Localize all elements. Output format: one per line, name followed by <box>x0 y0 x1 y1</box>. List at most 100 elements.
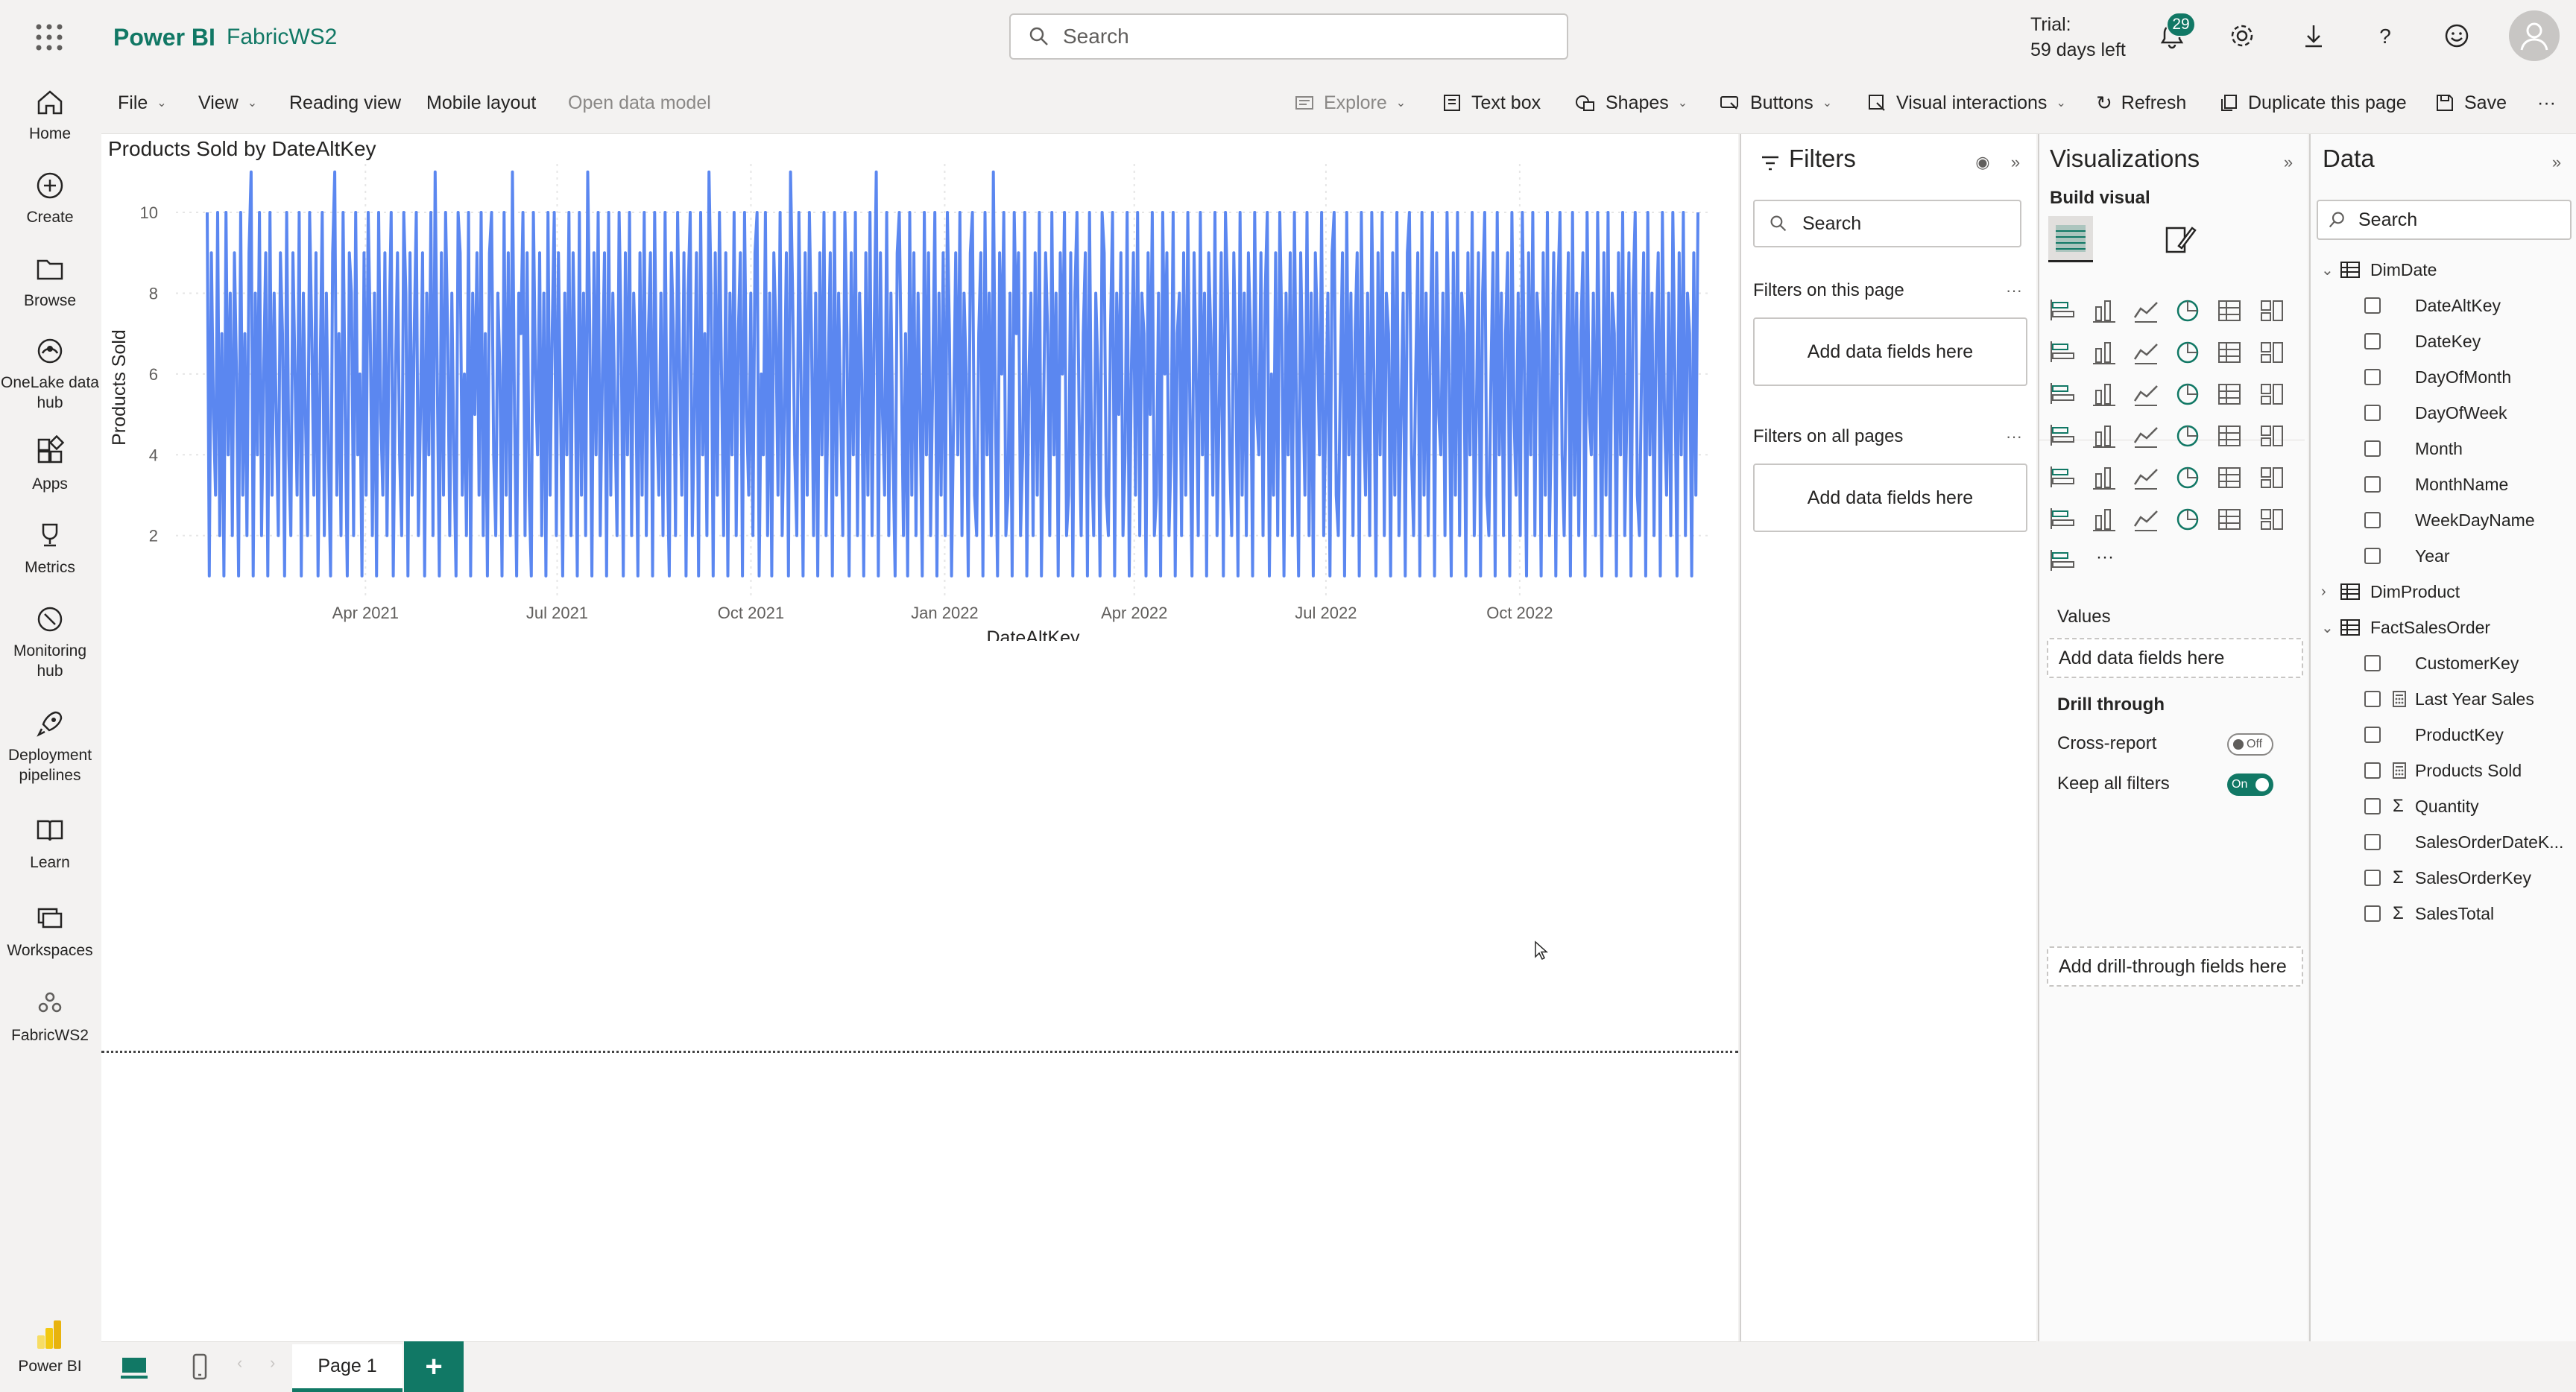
data-table-dimproduct[interactable]: › DimProduct <box>2321 574 2460 610</box>
save-button[interactable]: Save <box>2434 72 2507 134</box>
data-field-row[interactable]: Σ SalesTotal <box>2364 896 2494 931</box>
cross-report-toggle[interactable]: Off <box>2227 733 2273 756</box>
nav-workspaces[interactable]: Workspaces <box>0 902 100 961</box>
add-page-button[interactable]: + <box>404 1341 464 1392</box>
filled-map-icon[interactable] <box>2090 422 2123 455</box>
clustered-column-chart-icon[interactable] <box>2174 297 2206 329</box>
kpi-icon[interactable] <box>2048 464 2081 496</box>
stacked-area-chart-icon[interactable] <box>2132 338 2165 371</box>
field-checkbox[interactable] <box>2364 727 2381 743</box>
more-options-icon[interactable]: ··· <box>2001 423 2027 450</box>
data-table-factsalesorder[interactable]: ⌄ FactSalesOrder <box>2321 610 2490 645</box>
text-box-button[interactable]: Text box <box>1442 72 1541 134</box>
field-checkbox[interactable] <box>2364 691 2381 707</box>
drill-through-drop-well[interactable]: Add drill-through fields here <box>2047 946 2303 987</box>
explore-menu[interactable]: Explore ⌄ <box>1294 72 1406 134</box>
field-checkbox[interactable] <box>2364 440 2381 457</box>
more-visuals-icon[interactable]: ··· <box>2090 547 2123 580</box>
100-stacked-column-chart-icon[interactable] <box>2257 297 2290 329</box>
data-field-row[interactable]: Last Year Sales <box>2364 681 2534 717</box>
azure-map-icon[interactable] <box>2132 422 2165 455</box>
metrics-icon[interactable] <box>2132 505 2165 538</box>
100-stacked-bar-chart-icon[interactable] <box>2215 297 2248 329</box>
field-checkbox[interactable] <box>2364 405 2381 421</box>
field-checkbox[interactable] <box>2364 476 2381 493</box>
file-menu[interactable]: File ⌄ <box>118 72 167 134</box>
line-chart[interactable]: 2 4 6 8 10 Apr 2021 Jul 2021 Oct 2021 Jan 2022 Ap… <box>101 164 1738 641</box>
eye-icon[interactable]: ◉ <box>1969 149 1996 176</box>
data-field-row[interactable]: Year <box>2364 538 2449 574</box>
data-field-row[interactable]: Month <box>2364 431 2463 466</box>
power-apps-icon[interactable] <box>2257 505 2290 538</box>
stacked-column-chart-icon[interactable] <box>2090 297 2123 329</box>
donut-chart-icon[interactable] <box>2215 380 2248 413</box>
data-field-row[interactable]: Σ Quantity <box>2364 788 2479 824</box>
app-launcher-icon[interactable] <box>33 21 66 54</box>
nav-metrics[interactable]: Metrics <box>0 519 100 578</box>
data-field-row[interactable]: ProductKey <box>2364 717 2504 753</box>
nav-current-workspace[interactable]: FabricWS2 <box>0 987 100 1045</box>
matrix-icon[interactable] <box>2174 464 2206 496</box>
mobile-layout-icon[interactable] <box>183 1350 216 1383</box>
workspace-name[interactable]: FabricWS2 <box>227 21 337 54</box>
waterfall-chart-icon[interactable] <box>2048 380 2081 413</box>
data-field-row[interactable]: DayOfWeek <box>2364 395 2507 431</box>
data-field-row[interactable]: Σ SalesOrderKey <box>2364 860 2531 896</box>
user-avatar[interactable] <box>2509 10 2560 61</box>
desktop-layout-icon[interactable] <box>118 1350 151 1383</box>
brand-name[interactable]: Power BI <box>113 21 215 54</box>
refresh-button[interactable]: ↻ Refresh <box>2096 72 2186 134</box>
stacked-bar-chart-icon[interactable] <box>2048 297 2081 329</box>
data-search-input[interactable]: Search <box>2317 200 2572 240</box>
settings-gear-icon[interactable] <box>2223 16 2261 55</box>
slicer-icon[interactable] <box>2090 464 2123 496</box>
nav-deployment-pipelines[interactable]: Deployment pipelines <box>0 706 100 785</box>
line-and-stacked-column-icon[interactable] <box>2174 338 2206 371</box>
smart-narrative-icon[interactable] <box>2090 505 2123 538</box>
values-drop-well[interactable]: Add data fields here <box>2047 638 2303 678</box>
data-field-row[interactable]: CustomerKey <box>2364 645 2519 681</box>
field-checkbox[interactable] <box>2364 548 2381 564</box>
line-and-clustered-column-icon[interactable] <box>2215 338 2248 371</box>
field-checkbox[interactable] <box>2364 369 2381 385</box>
help-icon[interactable]: ? <box>2366 16 2405 55</box>
nav-create[interactable]: Create <box>0 168 100 227</box>
treemap-icon[interactable] <box>2257 380 2290 413</box>
duplicate-page-button[interactable]: Duplicate this page <box>2218 72 2407 134</box>
feedback-smiley-icon[interactable] <box>2437 16 2476 55</box>
nav-home[interactable]: Home <box>0 85 100 144</box>
power-automate-icon[interactable] <box>2048 547 2081 580</box>
pie-chart-icon[interactable] <box>2174 380 2206 413</box>
keep-all-filters-toggle[interactable]: On <box>2227 773 2273 796</box>
data-field-row[interactable]: Products Sold <box>2364 753 2522 788</box>
nav-apps[interactable]: Apps <box>0 435 100 494</box>
collapse-data-icon[interactable]: » <box>2543 149 2570 176</box>
ribbon-chart-icon[interactable] <box>2257 338 2290 371</box>
mobile-layout-button[interactable]: Mobile layout <box>426 72 536 134</box>
table-icon[interactable] <box>2132 464 2165 496</box>
scroll-right-icon[interactable]: › <box>270 1353 275 1373</box>
field-checkbox[interactable] <box>2364 870 2381 886</box>
data-field-row[interactable]: DayOfMonth <box>2364 359 2511 395</box>
collapse-filters-icon[interactable]: » <box>2002 149 2029 176</box>
shapes-menu[interactable]: Shapes ⌄ <box>1574 72 1688 134</box>
field-checkbox[interactable] <box>2364 297 2381 314</box>
field-checkbox[interactable] <box>2364 762 2381 779</box>
filters-search-input[interactable]: Search <box>1753 200 2021 247</box>
scroll-left-icon[interactable]: ‹ <box>237 1353 242 1373</box>
nav-browse[interactable]: Browse <box>0 252 100 311</box>
field-checkbox[interactable] <box>2364 655 2381 671</box>
key-influencers-icon[interactable] <box>2215 464 2248 496</box>
nav-onelake-data-hub[interactable]: OneLake data hub <box>0 334 100 413</box>
field-checkbox[interactable] <box>2364 333 2381 349</box>
nav-powerbi-experience[interactable]: Power BI <box>0 1317 100 1376</box>
global-search-input[interactable]: Search <box>1009 13 1568 60</box>
nav-learn[interactable]: Learn <box>0 814 100 873</box>
decomposition-tree-icon[interactable] <box>2257 464 2290 496</box>
scatter-chart-icon[interactable] <box>2132 380 2165 413</box>
reading-view-button[interactable]: Reading view <box>289 72 401 134</box>
data-field-row[interactable]: SalesOrderDateK... <box>2364 824 2563 860</box>
gauge-icon[interactable] <box>2174 422 2206 455</box>
data-table-dimdate[interactable]: ⌄ DimDate <box>2321 252 2437 288</box>
download-icon[interactable] <box>2294 16 2333 55</box>
